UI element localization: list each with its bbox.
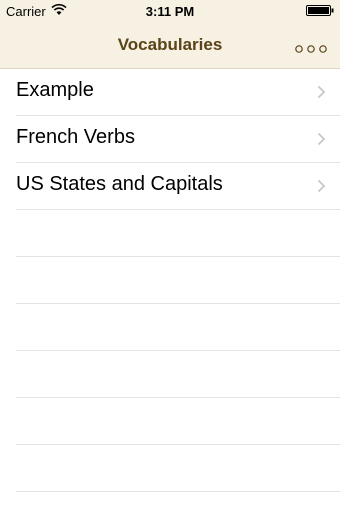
empty-row-separator [16,398,340,445]
chevron-right-icon [317,179,326,193]
vocabulary-label: US States and Capitals [16,173,223,195]
empty-row-separator [16,351,340,398]
empty-row-separator [16,257,340,304]
clock-label: 3:11 PM [145,4,195,19]
battery-icon [306,5,334,16]
app-screen: Carrier 3:11 PM Vocabularies Example Fre… [0,0,340,510]
vocabulary-label: French Verbs [16,126,135,148]
vocabulary-row-us-states[interactable]: US States and Capitals [16,163,340,210]
vocabulary-row-french-verbs[interactable]: French Verbs [16,116,340,163]
empty-row-separator [16,210,340,257]
more-options-button[interactable] [294,41,328,57]
navigation-header: Carrier 3:11 PM Vocabularies [0,0,340,69]
page-title: Vocabularies [117,35,223,54]
vocabulary-list: Example French Verbs US States and Capit… [0,69,340,492]
vocabulary-row-example[interactable]: Example [16,69,340,116]
empty-row-separator [16,445,340,492]
status-bar: Carrier 3:11 PM [0,0,340,22]
more-dots-icon [295,45,327,53]
empty-row-separator [16,304,340,351]
chevron-right-icon [317,132,326,146]
chevron-right-icon [317,85,326,99]
vocabulary-label: Example [16,79,94,101]
